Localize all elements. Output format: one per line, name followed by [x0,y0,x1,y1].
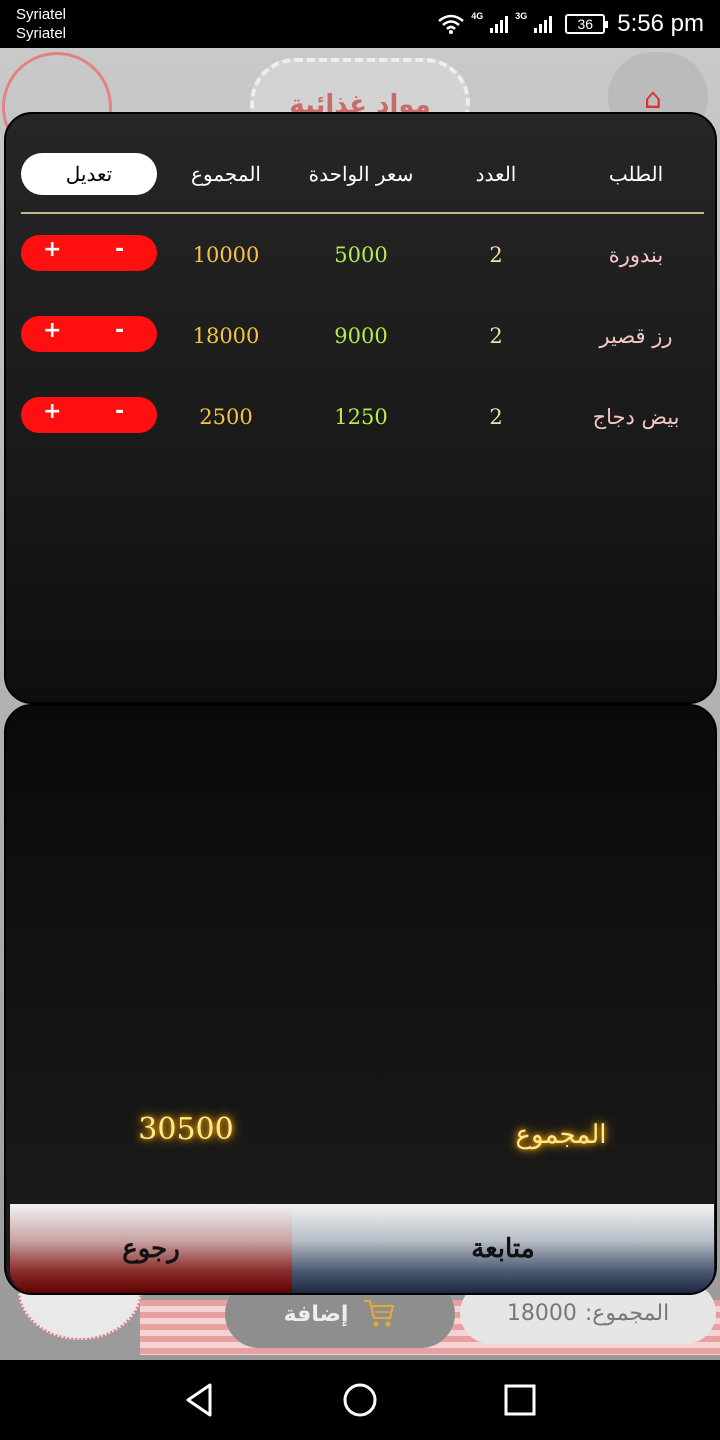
dialog-actions: رجوع متابعة [10,1204,714,1293]
recents-nav-icon[interactable] [500,1380,540,1420]
table-row: بندورة 2 5000 10000 + - [6,235,719,275]
wifi-icon [438,14,465,34]
summary-panel: المجموع 30500 رجوع متابعة [4,704,717,1295]
order-table: الطلب العدد سعر الواحدة المجموع تعديل بن… [4,112,717,704]
decrease-button[interactable]: - [115,399,124,424]
table-row: رز قصير 2 9000 18000 + - [6,316,719,356]
clock: 5:56 pm [617,10,704,37]
carrier-2: Syriatel [16,25,67,42]
row-total: 10000 [192,243,260,267]
table-row: بيض دجاج 2 1250 2500 + - [6,397,719,437]
increase-button[interactable]: + [43,399,61,424]
decrease-button[interactable]: - [115,237,124,262]
signal-icon [490,16,509,33]
table-header: الطلب العدد سعر الواحدة المجموع تعديل [6,152,719,196]
grand-total-label: المجموع [515,1120,607,1150]
row-item: بندورة [608,243,664,267]
increase-button[interactable]: + [43,318,61,343]
add-label: إضافة [283,1301,349,1327]
edit-button[interactable]: تعديل [21,153,157,195]
cart-icon [364,1299,395,1327]
navigation-bar [0,1360,720,1440]
network-type-2: 3G [515,11,528,21]
status-icons: 4G 3G 36 5:56 pm [437,8,704,40]
carrier-1: Syriatel [16,6,67,23]
row-unit-price: 5000 [334,243,388,267]
row-quantity: 2 [489,243,503,267]
row-total: 18000 [192,324,260,348]
back-button[interactable]: رجوع [10,1204,292,1293]
carrier-info: Syriatel Syriatel [16,5,66,43]
home-nav-icon[interactable] [340,1380,380,1420]
header-total: المجموع [191,162,261,186]
quantity-stepper: + - [21,397,157,433]
back-nav-icon[interactable] [180,1380,220,1420]
battery-level: 36 [577,16,594,32]
battery-icon: 36 [565,14,609,34]
network-type-1: 4G [471,11,484,21]
header-divider [21,212,704,214]
row-quantity: 2 [489,324,503,348]
header-item: الطلب [608,162,664,186]
row-item: بيض دجاج [592,405,680,429]
header-unit-price: سعر الواحدة [308,162,414,186]
home-icon: ⌂ [644,82,662,115]
quantity-stepper: + - [21,235,157,271]
row-item: رز قصير [599,324,673,348]
signal-icon [534,16,553,33]
decrease-button[interactable]: - [115,318,124,343]
row-unit-price: 1250 [334,405,388,429]
row-quantity: 2 [489,405,503,429]
cart-dialog: الطلب العدد سعر الواحدة المجموع تعديل بن… [4,112,717,1295]
header-quantity: العدد [475,162,517,186]
continue-button[interactable]: متابعة [292,1204,714,1293]
increase-button[interactable]: + [43,237,61,262]
background-total-label: المجموع: [584,1300,670,1326]
row-unit-price: 9000 [334,324,388,348]
grand-total-value: 30500 [138,1112,234,1147]
background-total-value: 18000 [506,1300,577,1326]
status-bar: Syriatel Syriatel 4G 3G 36 5:56 pm [0,0,720,48]
row-total: 2500 [199,405,253,429]
quantity-stepper: + - [21,316,157,352]
